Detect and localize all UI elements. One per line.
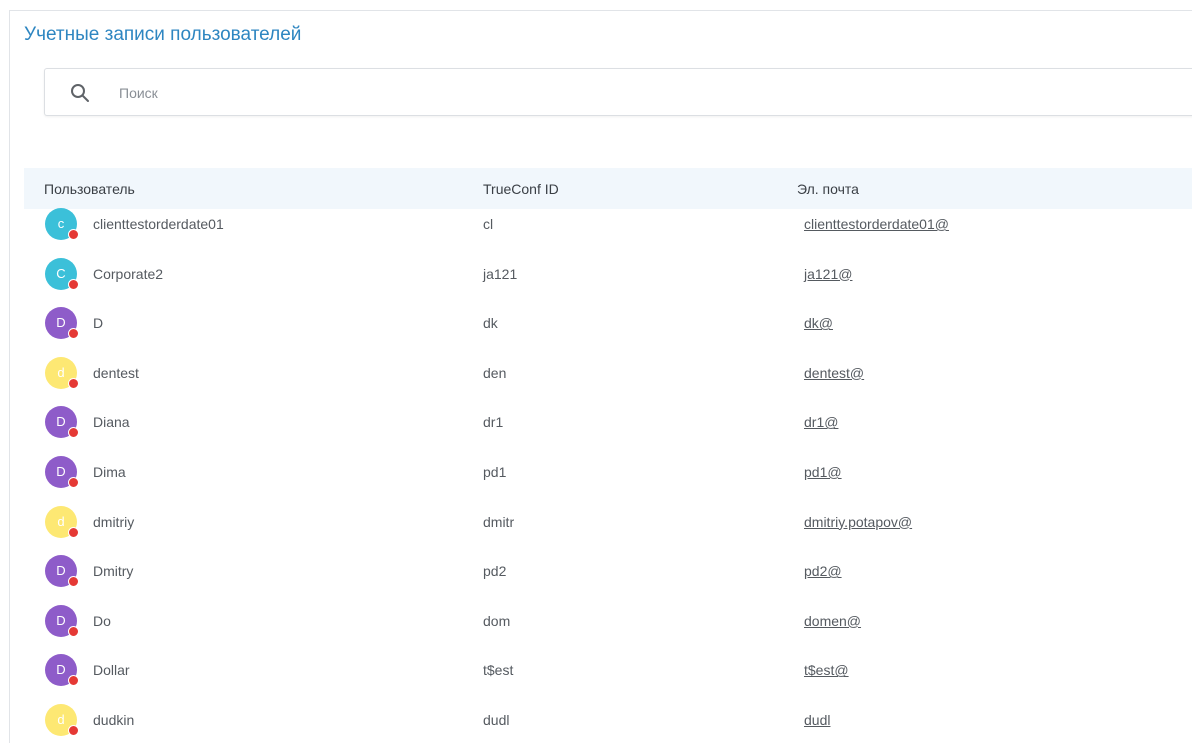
avatar: D [45, 654, 79, 687]
avatar: D [45, 456, 79, 488]
page-title: Учетные записи пользователей [24, 24, 302, 45]
search-icon[interactable] [69, 82, 91, 104]
trueconf-id: cl [483, 216, 494, 232]
status-offline-indicator [68, 576, 79, 588]
user-name[interactable]: clienttestorderdate01 [93, 216, 224, 232]
search-box[interactable] [44, 68, 1192, 116]
status-offline-indicator [68, 427, 79, 439]
avatar-initial: D [56, 464, 66, 479]
table-row[interactable]: D Ddk dk@ [10, 298, 1192, 348]
email-link[interactable]: ja121@ [804, 266, 852, 282]
user-name[interactable]: dudkin [93, 712, 134, 728]
avatar: D [45, 307, 79, 340]
trueconf-id: pd2 [483, 563, 507, 580]
email-link[interactable]: clienttestorderdate01@ [804, 216, 949, 232]
email-link[interactable]: dentest@ [804, 365, 864, 381]
trueconf-id: pd1 [483, 464, 507, 480]
column-header-user[interactable]: Пользователь [44, 181, 135, 197]
avatar: d [45, 505, 79, 538]
avatar-initial: C [56, 265, 66, 281]
table-row[interactable]: D Dima pd1 pd1@ [10, 447, 1192, 497]
email-link[interactable]: dudl [804, 712, 830, 728]
status-offline-indicator [68, 328, 79, 340]
user-name[interactable]: Dollar [93, 662, 130, 678]
avatar-initial: d [57, 712, 65, 727]
user-name[interactable]: Dima [93, 464, 126, 480]
avatar: D [45, 555, 79, 588]
email-link[interactable]: pd1@ [804, 464, 842, 480]
table-row[interactable]: D Do dom domen@ [10, 596, 1192, 646]
avatar-initial: D [56, 414, 66, 430]
avatar-initial: D [56, 563, 66, 579]
email-link[interactable]: pd2@ [804, 563, 842, 579]
email-link[interactable]: dr1@ [804, 414, 838, 430]
table-row[interactable]: D Dmitry pd2 pd2@ [10, 546, 1192, 596]
status-offline-indicator [68, 278, 79, 290]
email-link[interactable]: dk@ [804, 315, 833, 331]
avatar-initial: D [56, 315, 66, 331]
email-link[interactable]: t$est@ [804, 662, 849, 678]
search-input[interactable] [119, 80, 1019, 106]
user-name[interactable]: dmitriy [93, 514, 134, 530]
trueconf-id: dr1 [483, 414, 504, 431]
user-name[interactable]: Dmitry [93, 563, 133, 579]
table-row[interactable]: c clienttestorderdate01 cl clienttestorderd… [10, 199, 1192, 249]
email-link[interactable]: domen@ [804, 613, 861, 629]
trueconf-id: den [483, 364, 507, 381]
user-name[interactable]: Corporate2 [93, 266, 163, 282]
status-offline-indicator [68, 229, 79, 240]
avatar-initial: c [57, 216, 65, 231]
status-offline-indicator [68, 725, 79, 736]
column-header-email[interactable]: Эл. почта [797, 181, 859, 197]
avatar: d [45, 704, 79, 736]
table-row[interactable]: D Diana dr1 dr1@ [10, 397, 1192, 447]
status-offline-indicator [68, 675, 79, 687]
user-name[interactable]: Diana [93, 414, 130, 430]
trueconf-id: dudl [483, 712, 510, 728]
table-row[interactable]: d dentest den dentest@ [10, 348, 1192, 398]
table-row[interactable]: C Corporate2 ja121 ja121@ [10, 249, 1192, 299]
status-offline-indicator [68, 477, 79, 488]
column-header-trueconf-id[interactable]: TrueConf ID [483, 181, 559, 197]
user-name[interactable]: dentest [93, 365, 139, 381]
avatar-initial: D [56, 612, 66, 628]
status-offline-indicator [68, 377, 79, 389]
user-name[interactable]: Do [93, 613, 111, 629]
table-row[interactable]: D Dollar t$est t$est@ [10, 645, 1192, 695]
avatar-initial: d [57, 513, 65, 529]
table-row[interactable]: d dmitriy dmitr dmitriy.potapov@ [10, 497, 1192, 547]
trueconf-id: dk [483, 315, 498, 332]
table-row[interactable]: d dudkin dudl dudl [10, 695, 1192, 743]
user-name[interactable]: D [93, 315, 103, 331]
avatar-initial: d [57, 364, 65, 380]
user-accounts-page: Учетные записи пользователей Пользовател… [9, 10, 1192, 743]
avatar: c [45, 208, 79, 240]
trueconf-id: ja121 [483, 265, 518, 282]
avatar: D [45, 604, 79, 637]
avatar-initial: D [56, 662, 66, 678]
status-offline-indicator [68, 625, 79, 637]
avatar: D [45, 406, 79, 439]
trueconf-id: dom [483, 612, 511, 629]
trueconf-id: t$est [483, 662, 514, 679]
status-offline-indicator [68, 526, 79, 538]
email-link[interactable]: dmitriy.potapov@ [804, 514, 912, 530]
avatar: d [45, 356, 79, 389]
trueconf-id: dmitr [483, 513, 515, 530]
avatar: C [45, 257, 79, 290]
